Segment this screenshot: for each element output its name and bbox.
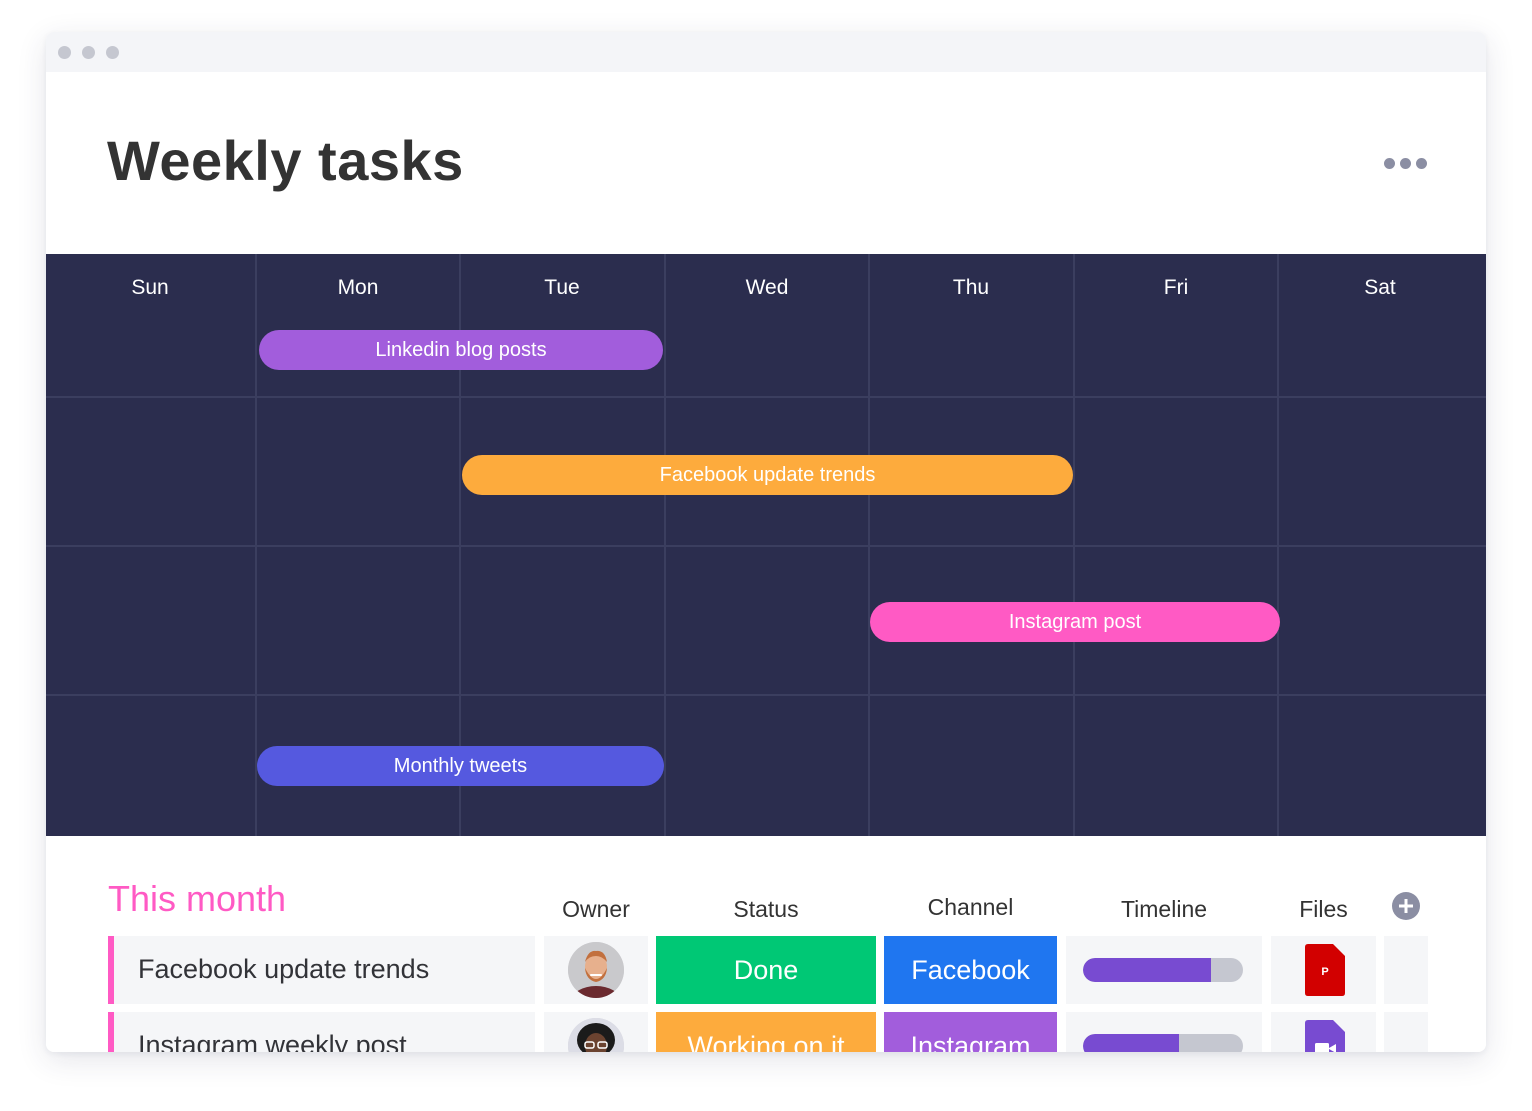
- add-column-button[interactable]: [1392, 892, 1420, 920]
- task-bar-monthly-tweets[interactable]: Monthly tweets: [257, 746, 664, 786]
- timeline-progress-fill: [1083, 1034, 1179, 1052]
- day-header-thu: Thu: [952, 276, 990, 299]
- column-header-status[interactable]: Status: [656, 896, 876, 923]
- timeline-progress-fill: [1083, 958, 1211, 982]
- group-title[interactable]: This month: [108, 878, 286, 920]
- day-header-mon: Mon: [337, 276, 379, 299]
- day-header-sun: Sun: [131, 276, 169, 299]
- board-table: This month Owner Status Channel Timeline…: [46, 836, 1486, 1052]
- group-color-bar: [108, 936, 114, 1004]
- more-horizontal-icon: [1416, 158, 1427, 169]
- board-header: Weekly tasks: [46, 72, 1486, 254]
- item-name[interactable]: Facebook update trends: [138, 954, 429, 985]
- timeline-cell[interactable]: [1066, 936, 1262, 1004]
- grid-line: [46, 545, 1486, 547]
- avatar-man-beard: [568, 942, 624, 998]
- task-bar-facebook-update-trends[interactable]: Facebook update trends: [462, 455, 1073, 495]
- more-horizontal-icon: [1400, 158, 1411, 169]
- window-titlebar: [46, 32, 1486, 72]
- pdf-file-icon[interactable]: P: [1305, 944, 1345, 996]
- task-bar-linkedin-blog-posts[interactable]: Linkedin blog posts: [259, 330, 663, 370]
- file-label: P: [1321, 966, 1328, 978]
- column-header-channel[interactable]: Channel: [884, 894, 1057, 921]
- owner-cell[interactable]: [544, 936, 648, 1004]
- avatar-woman-glasses: [568, 1018, 624, 1052]
- more-options-button[interactable]: [1380, 154, 1430, 174]
- video-file-icon[interactable]: [1305, 1020, 1345, 1052]
- day-header-sat: Sat: [1364, 276, 1396, 299]
- timeline-bar[interactable]: [1083, 1034, 1243, 1052]
- table-row[interactable]: Facebook update trends Done Facebook P: [46, 936, 1486, 1004]
- item-name-cell[interactable]: Instagram weekly post: [108, 1012, 535, 1052]
- avatar[interactable]: [568, 942, 624, 998]
- status-cell[interactable]: Done: [656, 936, 876, 1004]
- page-title: Weekly tasks: [107, 129, 464, 192]
- column-header-files[interactable]: Files: [1271, 896, 1376, 923]
- grid-line: [46, 694, 1486, 696]
- timeline-bar[interactable]: [1083, 958, 1243, 982]
- channel-cell[interactable]: Instagram: [884, 1012, 1057, 1052]
- weekly-calendar: Sun Mon Tue Wed Thu Fri Sat Linkedin blo…: [46, 254, 1486, 836]
- day-header-tue: Tue: [544, 276, 580, 299]
- files-cell[interactable]: [1271, 1012, 1376, 1052]
- status-cell[interactable]: Working on it: [656, 1012, 876, 1052]
- empty-cell: [1384, 1012, 1428, 1052]
- table-row[interactable]: Instagram weekly post Working on it Inst…: [46, 1012, 1486, 1052]
- avatar[interactable]: [568, 1018, 624, 1052]
- window-dot-maximize[interactable]: [106, 46, 119, 59]
- app-window: Weekly tasks Sun Mon Tue Wed Thu Fri Sat…: [46, 32, 1486, 1052]
- column-header-owner[interactable]: Owner: [544, 896, 648, 923]
- files-cell[interactable]: P: [1271, 936, 1376, 1004]
- more-horizontal-icon: [1384, 158, 1395, 169]
- grid-line: [46, 396, 1486, 398]
- item-name[interactable]: Instagram weekly post: [138, 1030, 407, 1052]
- day-header-wed: Wed: [745, 276, 789, 299]
- timeline-cell[interactable]: [1066, 1012, 1262, 1052]
- window-dot-close[interactable]: [58, 46, 71, 59]
- column-header-timeline[interactable]: Timeline: [1066, 896, 1262, 923]
- group-color-bar: [108, 1012, 114, 1052]
- empty-cell: [1384, 936, 1428, 1004]
- channel-cell[interactable]: Facebook: [884, 936, 1057, 1004]
- window-dot-minimize[interactable]: [82, 46, 95, 59]
- day-header-fri: Fri: [1163, 276, 1189, 299]
- item-name-cell[interactable]: Facebook update trends: [108, 936, 535, 1004]
- task-bar-instagram-post[interactable]: Instagram post: [870, 602, 1280, 642]
- owner-cell[interactable]: [544, 1012, 648, 1052]
